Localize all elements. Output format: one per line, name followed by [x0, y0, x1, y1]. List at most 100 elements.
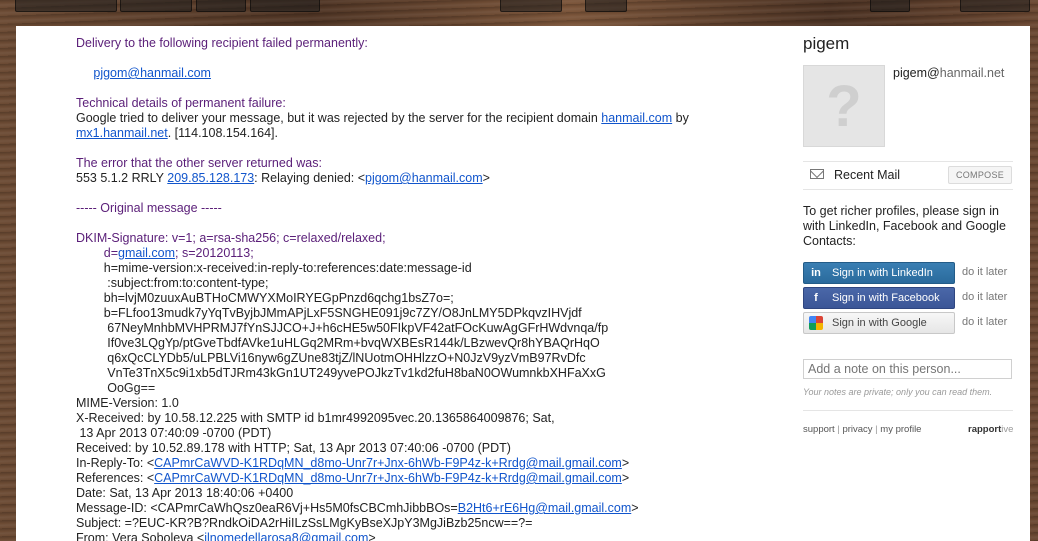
google-icon: [809, 316, 823, 330]
message-text: ; s=20120113;: [175, 246, 254, 260]
message-text: :subject:from:to:content-type;: [76, 276, 269, 290]
rapportive-logo[interactable]: rapportive: [968, 424, 1013, 435]
message-text: >: [621, 471, 630, 485]
message-line: From: Vera Soboleva <ilnomedellarosa8@gm…: [76, 531, 756, 541]
message-line: Google tried to deliver your message, bu…: [76, 111, 756, 126]
message-line: In-Reply-To: <CAPmrCaWVD-K1RDqMN_d8mo-Un…: [76, 456, 756, 471]
message-line: The error that the other server returned…: [76, 156, 756, 171]
toolbar-button[interactable]: [196, 0, 246, 12]
message-line: h=mime-version:x-received:in-reply-to:re…: [76, 261, 756, 276]
my-profile-link[interactable]: my profile: [880, 424, 921, 435]
message-link[interactable]: gmail.com: [118, 246, 175, 260]
message-line: Received: by 10.52.89.178 with HTTP; Sat…: [76, 441, 756, 456]
message-text: ----- Original message -----: [76, 201, 222, 215]
facebook-later-link[interactable]: do it later: [962, 291, 1007, 303]
facebook-signin-label: Sign in with Facebook: [832, 292, 940, 304]
toolbar-button[interactable]: [960, 0, 1030, 12]
brand-tail: ive: [1001, 424, 1014, 435]
message-link[interactable]: hanmail.com: [601, 111, 672, 125]
linkedin-signin-button[interactable]: in Sign in with LinkedIn: [803, 262, 955, 284]
message-text: d=: [76, 246, 119, 260]
message-line: [76, 51, 756, 66]
linkedin-later-link[interactable]: do it later: [962, 266, 1007, 278]
google-signin-button[interactable]: Sign in with Google: [803, 312, 955, 334]
message-link[interactable]: ilnomedellarosa8@gmail.com: [204, 531, 368, 541]
message-text: If0ve3LQgYp/ptGveTbdfAVke1uHLGq2MRm+bvqW…: [76, 336, 600, 350]
message-text: Subject: =?EUC-KR?B?RndkOiDA2rHiILzSsLMg…: [76, 516, 533, 530]
avatar: ?: [803, 65, 885, 147]
message-line: q6xQcCLYDb5/uLPBLVi16nyw6gZUne83tjZ/lNUo…: [76, 351, 756, 366]
message-line: :subject:from:to:content-type;: [76, 276, 756, 291]
message-text: bh=lvjM0zuuxAuBTHoCMWYXMoIRYEGpPnzd6qchg…: [76, 291, 454, 305]
message-text: OoGg==: [76, 381, 156, 395]
toolbar-button[interactable]: [120, 0, 192, 12]
message-line: Technical details of permanent failure:: [76, 96, 756, 111]
message-text: Date: Sat, 13 Apr 2013 18:40:06 +0400: [76, 486, 294, 500]
toolbar-button[interactable]: [500, 0, 562, 12]
message-line: [76, 141, 756, 156]
message-link[interactable]: pjgom@hanmail.com: [365, 171, 483, 185]
support-link[interactable]: support: [803, 424, 835, 435]
toolbar-button[interactable]: [15, 0, 117, 12]
message-line: 553 5.1.2 RRLY 209.85.128.173: Relaying …: [76, 171, 756, 186]
google-later-link[interactable]: do it later: [962, 316, 1007, 328]
message-line: [76, 81, 756, 96]
message-text: h=mime-version:x-received:in-reply-to:re…: [76, 261, 472, 275]
recent-mail-label: Recent Mail: [834, 168, 900, 182]
message-link[interactable]: B2Ht6+rE6Hg@mail.gmail.com: [458, 501, 632, 515]
message-link[interactable]: 209.85.128.173: [167, 171, 254, 185]
message-text: >: [621, 456, 630, 470]
envelope-icon: [810, 169, 824, 179]
message-text: References: <: [76, 471, 155, 485]
toolbar-button[interactable]: [585, 0, 627, 12]
recent-mail-row[interactable]: Recent Mail COMPOSE: [803, 163, 1013, 189]
message-text: 553 5.1.2 RRLY: [76, 171, 168, 185]
message-text: Google tried to deliver your message, bu…: [76, 111, 602, 125]
message-link[interactable]: pjgom@hanmail.com: [93, 66, 211, 80]
contact-name: pigem: [803, 34, 850, 53]
message-line: 67NeyMnhbMVHPRMJ7fYnSJJCO+J+h6cHE5w50FIk…: [76, 321, 756, 336]
google-signin-label: Sign in with Google: [832, 317, 927, 329]
message-text: by: [672, 111, 689, 125]
divider: [803, 189, 1013, 190]
message-line: DKIM-Signature: v=1; a=rsa-sha256; c=rel…: [76, 231, 756, 246]
toolbar-button[interactable]: [870, 0, 910, 12]
facebook-signin-button[interactable]: f Sign in with Facebook: [803, 287, 955, 309]
message-line: X-Received: by 10.58.12.225 with SMTP id…: [76, 411, 756, 426]
message-line: b=FLfoo13mudk7yYqTvByjbJMmAPjLxF5SNGHE09…: [76, 306, 756, 321]
message-line: 13 Apr 2013 07:40:09 -0700 (PDT): [76, 426, 756, 441]
email-user: pigem@: [893, 66, 940, 80]
message-text: q6xQcCLYDb5/uLPBLVi16nyw6gZUne83tjZ/lNUo…: [76, 351, 586, 365]
message-text: Delivery to the following recipient fail…: [76, 36, 368, 50]
top-toolbar: [0, 0, 1038, 26]
message-text: : Relaying denied: <: [254, 171, 366, 185]
message-text: From: Vera Soboleva <: [76, 531, 205, 541]
message-link[interactable]: mx1.hanmail.net: [76, 126, 168, 140]
note-input[interactable]: [803, 359, 1012, 379]
message-text: [76, 66, 93, 80]
message-text: Message-ID: <CAPmrCaWhQsz0eaR6Vj+Hs5M0fs…: [76, 501, 458, 515]
message-text: b=FLfoo13mudk7yYqTvByjbJMmAPjLxF5SNGHE09…: [76, 306, 582, 320]
message-line: [76, 186, 756, 201]
note-privacy-hint: Your notes are private; only you can rea…: [803, 387, 993, 397]
message-link[interactable]: CAPmrCaWVD-K1RDqMN_d8mo-Unr7r+Jnx-6hWb-F…: [154, 456, 622, 470]
message-text: Technical details of permanent failure:: [76, 96, 286, 110]
message-line: bh=lvjM0zuuxAuBTHoCMWYXMoIRYEGpPnzd6qchg…: [76, 291, 756, 306]
message-line: MIME-Version: 1.0: [76, 396, 756, 411]
message-line: OoGg==: [76, 381, 756, 396]
message-text: >: [482, 171, 490, 185]
message-text: 13 Apr 2013 07:40:09 -0700 (PDT): [76, 426, 272, 440]
message-line: d=gmail.com; s=20120113;: [76, 246, 756, 261]
message-text: DKIM-Signature: v=1; a=rsa-sha256; c=rel…: [76, 231, 386, 245]
divider: [803, 161, 1013, 162]
privacy-link[interactable]: privacy: [842, 424, 872, 435]
facebook-icon: f: [814, 292, 818, 304]
message-link[interactable]: CAPmrCaWVD-K1RDqMN_d8mo-Unr7r+Jnx-6hWb-F…: [154, 471, 622, 485]
toolbar-button[interactable]: [250, 0, 320, 12]
question-mark-icon: ?: [826, 73, 862, 139]
message-line: If0ve3LQgYp/ptGveTbdfAVke1uHLGq2MRm+bvqW…: [76, 336, 756, 351]
linkedin-signin-label: Sign in with LinkedIn: [832, 267, 933, 279]
compose-button[interactable]: COMPOSE: [948, 166, 1012, 184]
message-body: Delivery to the following recipient fail…: [76, 36, 756, 541]
divider: [803, 410, 1013, 411]
